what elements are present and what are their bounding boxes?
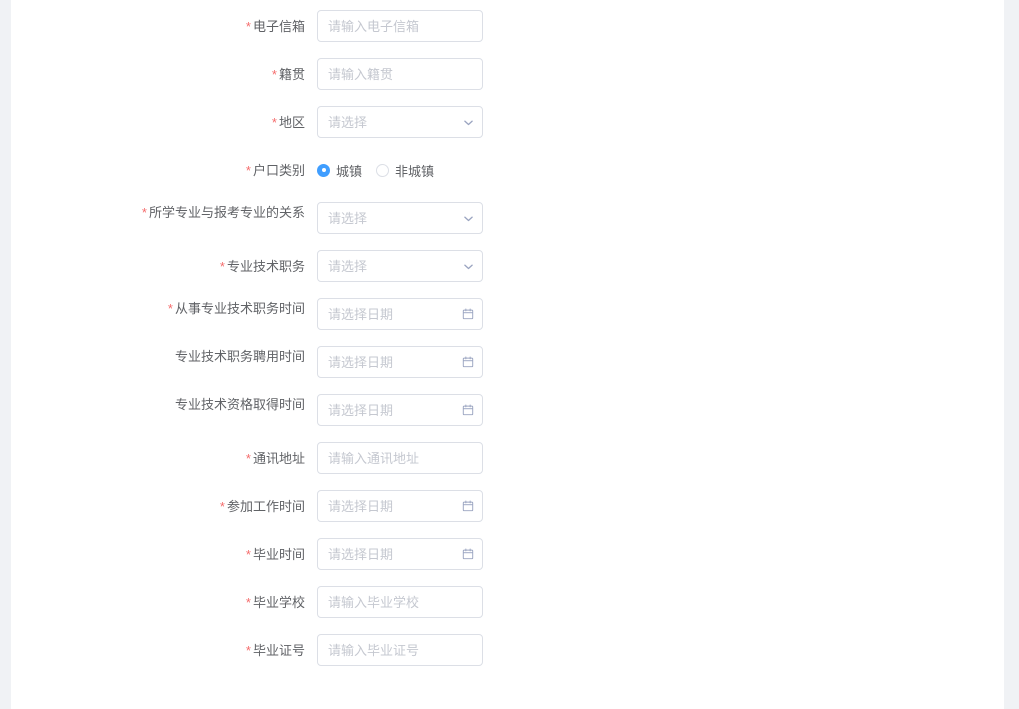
required-asterisk: *: [245, 163, 251, 178]
form-label: * 通讯地址: [11, 442, 317, 468]
chevron-down-icon[interactable]: [463, 106, 474, 138]
form-label-text: 毕业证号: [252, 643, 305, 658]
form-control: [317, 10, 483, 42]
form-row: * 专业技术职务: [11, 250, 1004, 282]
form-label: * 参加工作时间: [11, 490, 317, 516]
form-control: [317, 586, 483, 618]
required-asterisk: *: [245, 595, 251, 610]
form-control: [317, 106, 483, 138]
date-input[interactable]: [317, 490, 483, 522]
form-label-text: 专业技术职务聘用时间: [174, 349, 305, 364]
text-input[interactable]: [317, 58, 483, 90]
date-input[interactable]: [317, 394, 483, 426]
required-asterisk: *: [245, 547, 251, 562]
form-label-text: 毕业时间: [252, 547, 305, 562]
form-label-text: 电子信箱: [252, 19, 305, 34]
calendar-icon[interactable]: [462, 346, 474, 378]
form-row: * 通讯地址: [11, 442, 1004, 474]
radio-option-label: 城镇: [336, 163, 363, 179]
form-row: * 参加工作时间: [11, 490, 1004, 522]
required-asterisk: *: [245, 19, 251, 34]
form-row: * 毕业学校: [11, 586, 1004, 618]
form-control: [317, 250, 483, 282]
text-input[interactable]: [317, 586, 483, 618]
form-control: [317, 298, 483, 330]
radio-option[interactable]: 城镇: [317, 161, 362, 180]
date-input[interactable]: [317, 538, 483, 570]
date-input[interactable]: [317, 298, 483, 330]
calendar-icon[interactable]: [462, 394, 474, 426]
form-control: [317, 394, 483, 426]
form-label-text: 地区: [278, 115, 305, 130]
form-control: [317, 346, 483, 378]
radio-option-label: 非城镇: [395, 163, 435, 179]
required-asterisk: *: [141, 205, 147, 220]
form-control: [317, 442, 483, 474]
calendar-icon[interactable]: [462, 538, 474, 570]
form-label-text: 所学专业与报考专业的关系: [148, 205, 305, 220]
form-row: * 所学专业与报考专业的关系: [11, 202, 1004, 234]
form-label: * 所学专业与报考专业的关系: [11, 202, 317, 222]
required-asterisk: *: [167, 301, 173, 316]
form-label: * 毕业学校: [11, 586, 317, 612]
required-asterisk: *: [271, 67, 277, 82]
required-asterisk: *: [245, 643, 251, 658]
form-control: 城镇 非城镇: [317, 154, 483, 186]
form-row: 专业技术资格取得时间: [11, 394, 1004, 426]
chevron-down-icon[interactable]: [463, 250, 474, 282]
form-row: * 籍贯: [11, 58, 1004, 90]
form-label: * 籍贯: [11, 58, 317, 84]
calendar-icon[interactable]: [462, 490, 474, 522]
form-label: * 电子信箱: [11, 10, 317, 36]
form-control: [317, 58, 483, 90]
radio-group: 城镇 非城镇: [317, 154, 483, 186]
select-input[interactable]: [317, 202, 483, 234]
form-label: * 从事专业技术职务时间: [11, 298, 317, 318]
form-label-text: 从事专业技术职务时间: [174, 301, 305, 316]
form-label-text: 毕业学校: [252, 595, 305, 610]
form-label-text: 籍贯: [278, 67, 305, 82]
text-input[interactable]: [317, 442, 483, 474]
form-row: * 毕业时间: [11, 538, 1004, 570]
select-input[interactable]: [317, 250, 483, 282]
form-label-text: 通讯地址: [252, 451, 305, 466]
form-row: * 从事专业技术职务时间: [11, 298, 1004, 330]
text-input[interactable]: [317, 10, 483, 42]
form-label: * 户口类别: [11, 154, 317, 180]
radio-dot-icon: [376, 163, 390, 177]
radio-option[interactable]: 非城镇: [376, 161, 434, 180]
required-asterisk: *: [271, 115, 277, 130]
radio-dot-icon: [317, 163, 330, 177]
form-row: * 毕业证号: [11, 634, 1004, 666]
required-asterisk: *: [245, 451, 251, 466]
form-control: [317, 634, 483, 666]
form-label: * 专业技术职务: [11, 250, 317, 276]
page-shell: *电子信箱*籍贯*地区*户口类别城镇非城镇*所学专业与报考专业的关系*专业技术职…: [0, 0, 1019, 709]
date-input[interactable]: [317, 346, 483, 378]
form-control: [317, 202, 483, 234]
form-label-text: 参加工作时间: [226, 499, 305, 514]
personal-info-form: *电子信箱*籍贯*地区*户口类别城镇非城镇*所学专业与报考专业的关系*专业技术职…: [11, 0, 1004, 682]
form-row: * 电子信箱: [11, 10, 1004, 42]
form-content-card: *电子信箱*籍贯*地区*户口类别城镇非城镇*所学专业与报考专业的关系*专业技术职…: [11, 0, 1004, 709]
select-input[interactable]: [317, 106, 483, 138]
form-control: [317, 538, 483, 570]
form-label-text: 专业技术资格取得时间: [174, 397, 305, 412]
form-row: * 地区: [11, 106, 1004, 138]
form-label: * 毕业证号: [11, 634, 317, 660]
form-label-text: 专业技术职务: [226, 259, 305, 274]
form-row: 专业技术职务聘用时间: [11, 346, 1004, 378]
form-control: [317, 490, 483, 522]
form-label: * 毕业时间: [11, 538, 317, 564]
required-asterisk: *: [219, 259, 225, 274]
required-asterisk: *: [219, 499, 225, 514]
form-label: 专业技术职务聘用时间: [11, 346, 317, 366]
form-label-text: 户口类别: [252, 163, 305, 178]
form-row: * 户口类别 城镇 非城镇: [11, 154, 1004, 186]
calendar-icon[interactable]: [462, 298, 474, 330]
text-input[interactable]: [317, 634, 483, 666]
form-label: 专业技术资格取得时间: [11, 394, 317, 414]
chevron-down-icon[interactable]: [463, 202, 474, 234]
form-label: * 地区: [11, 106, 317, 132]
